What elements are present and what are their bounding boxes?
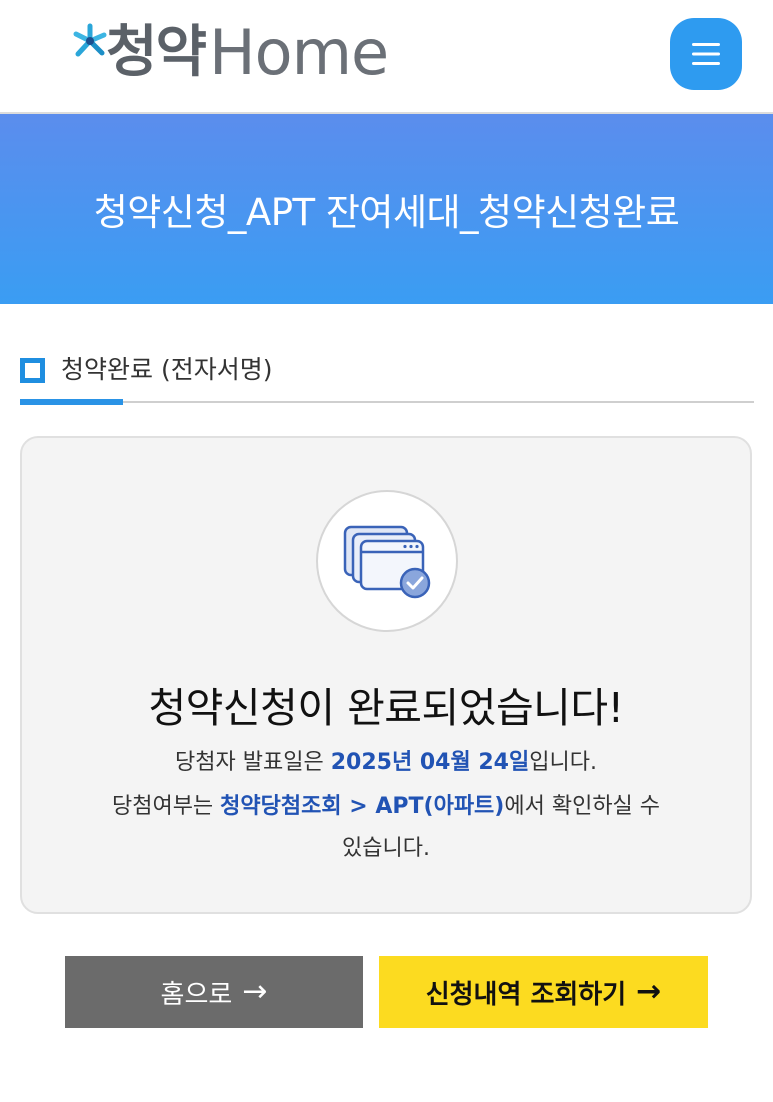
announcement-date: 2025년 04월 24일 xyxy=(330,750,530,775)
arrow-right-icon: → xyxy=(636,974,662,1009)
section-heading: 청약완료 (전자서명) xyxy=(20,340,754,405)
arrow-right-icon: → xyxy=(242,974,268,1009)
menu-button[interactable] xyxy=(670,18,742,90)
result-check-text-continued: 있습니다. xyxy=(342,836,430,861)
logo-korean-text: 청약 xyxy=(106,20,207,85)
page-title: 청약신청_APT 잔여세대_청약신청완료 xyxy=(93,191,680,234)
announcement-suffix: 입니다. xyxy=(529,750,597,775)
announcement-prefix: 당첨자 발표일은 xyxy=(175,750,331,775)
result-check-suffix: 에서 확인하실 수 xyxy=(504,794,661,819)
result-check-text: 당첨여부는 청약당첨조회 > APT(아파트)에서 확인하실 수 xyxy=(22,788,750,820)
section-title: 청약완료 (전자서명) xyxy=(61,355,273,384)
page-banner: 청약신청_APT 잔여세대_청약신청완료 xyxy=(0,114,773,304)
announcement-date-text: 당첨자 발표일은 2025년 04월 24일입니다. xyxy=(22,744,750,776)
go-home-label: 홈으로 xyxy=(160,979,233,1010)
go-home-button[interactable]: 홈으로 → xyxy=(65,956,363,1028)
section-divider xyxy=(20,401,754,403)
hamburger-menu-icon xyxy=(692,43,720,65)
completed-application-check-icon xyxy=(343,525,431,599)
logo-star-icon xyxy=(70,23,110,83)
cheongyak-home-logo[interactable]: 청약 Home xyxy=(70,8,389,98)
square-bullet-icon xyxy=(20,358,45,383)
completion-card: 청약신청이 완료되었습니다! 당첨자 발표일은 2025년 04월 24일입니다… xyxy=(20,436,752,914)
winner-inquiry-link[interactable]: 청약당첨조회 > APT(아파트) xyxy=(220,794,504,819)
view-history-label: 신청내역 조회하기 xyxy=(425,979,627,1010)
completion-headline: 청약신청이 완료되었습니다! xyxy=(148,684,624,732)
completion-icon-badge xyxy=(316,490,458,632)
logo-english-text: Home xyxy=(209,16,389,89)
result-check-prefix: 당첨여부는 xyxy=(111,794,221,819)
site-header: 청약 Home xyxy=(0,0,773,114)
section-divider-accent xyxy=(20,399,123,405)
view-application-history-button[interactable]: 신청내역 조회하기 → xyxy=(379,956,708,1028)
